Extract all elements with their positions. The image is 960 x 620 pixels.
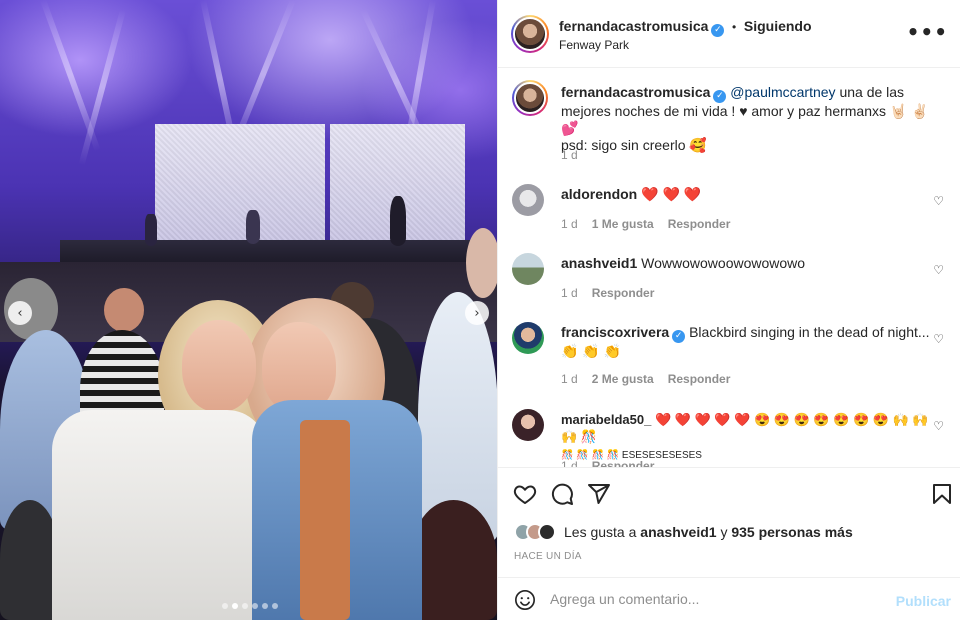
comment-item: aldorendon ❤️ ❤️ ❤️ 1 d 1 Me gusta Respo… bbox=[512, 184, 952, 244]
comment-like-heart-icon[interactable]: ♡ bbox=[933, 194, 944, 208]
reply-button[interactable]: Responder bbox=[592, 459, 655, 467]
comment-likes[interactable]: 2 Me gusta bbox=[592, 372, 654, 386]
orange-top bbox=[300, 420, 350, 620]
audience-head bbox=[104, 288, 144, 332]
post-photo[interactable]: ‹ › bbox=[0, 0, 497, 620]
chevron-right-icon: › bbox=[474, 305, 480, 321]
comment-item: mariabelda50_ ❤️ ❤️ ❤️ ❤️ ❤️ 😍 😍 😍 😍 😍 😍… bbox=[512, 409, 952, 467]
musician bbox=[390, 196, 406, 246]
publish-button[interactable]: Publicar bbox=[896, 593, 951, 609]
caption-text-line2: psd: sigo sin creerlo 🥰 bbox=[561, 137, 707, 153]
post-side-panel: fernandacastromusica ✓ • Siguiendo Fenway… bbox=[497, 0, 960, 620]
likes-user[interactable]: anashveid1 bbox=[640, 524, 716, 540]
commenter-username[interactable]: anashveid1 bbox=[561, 255, 637, 271]
carousel-next-button[interactable]: › bbox=[465, 301, 489, 325]
comment-time[interactable]: 1 d bbox=[561, 459, 578, 467]
reply-button[interactable]: Responder bbox=[592, 286, 655, 300]
carousel-dot bbox=[222, 603, 228, 609]
comment-item: franciscoxrivera ✓ Blackbird singing in t… bbox=[512, 322, 952, 392]
post-header: fernandacastromusica ✓ • Siguiendo Fenway… bbox=[498, 0, 960, 68]
caption-time[interactable]: 1 d bbox=[561, 148, 578, 162]
chevron-left-icon: ‹ bbox=[17, 305, 23, 321]
audience-member bbox=[410, 500, 497, 620]
comment-text: Wowwowowoowowowowo bbox=[641, 255, 806, 271]
comment-time[interactable]: 1 d bbox=[561, 286, 578, 300]
posted-time[interactable]: HACE UN DÍA bbox=[514, 551, 582, 562]
comment-time[interactable]: 1 d bbox=[561, 217, 578, 231]
comment-icon[interactable] bbox=[550, 482, 574, 506]
comment-input[interactable] bbox=[550, 588, 880, 610]
likes-middle: y bbox=[720, 524, 728, 540]
author-avatar[interactable] bbox=[512, 80, 548, 116]
comment-text: ❤️ ❤️ ❤️ bbox=[641, 186, 702, 202]
carousel-dot-active bbox=[232, 603, 238, 609]
comment-like-heart-icon[interactable]: ♡ bbox=[933, 419, 944, 433]
author-username[interactable]: fernandacastromusica bbox=[559, 18, 708, 34]
comment-time[interactable]: 1 d bbox=[561, 372, 578, 386]
comments-list[interactable]: fernandacastromusica ✓ @paulmccartney una… bbox=[498, 69, 960, 467]
separator-dot: • bbox=[732, 20, 737, 34]
more-options-icon[interactable]: ••• bbox=[907, 20, 948, 44]
likes-summary[interactable]: Les gusta a anashveid1 y 935 personas má… bbox=[514, 523, 853, 541]
musician bbox=[145, 214, 157, 246]
bookmark-icon[interactable] bbox=[930, 482, 954, 506]
face bbox=[182, 320, 256, 412]
carousel-dot bbox=[262, 603, 268, 609]
commenter-avatar[interactable] bbox=[512, 184, 544, 216]
liker-avatar bbox=[538, 523, 556, 541]
commenter-username[interactable]: franciscoxrivera bbox=[561, 324, 669, 340]
carousel-dot bbox=[252, 603, 258, 609]
commenter-avatar[interactable] bbox=[512, 253, 544, 285]
verified-badge-icon: ✓ bbox=[713, 90, 727, 103]
audience-head bbox=[466, 228, 497, 298]
emoji-icon[interactable] bbox=[514, 589, 536, 611]
musician bbox=[246, 210, 260, 244]
caption-username[interactable]: fernandacastromusica bbox=[561, 84, 710, 100]
caption: fernandacastromusica ✓ @paulmccartney una… bbox=[512, 80, 952, 170]
carousel-dot bbox=[272, 603, 278, 609]
following-button[interactable]: Siguiendo bbox=[744, 18, 812, 34]
post-location[interactable]: Fenway Park bbox=[559, 38, 629, 52]
carousel-prev-button[interactable]: ‹ bbox=[8, 301, 32, 325]
comment-likes[interactable]: 1 Me gusta bbox=[592, 217, 654, 231]
commenter-username[interactable]: mariabelda50_ bbox=[561, 412, 651, 427]
comment-item: anashveid1 Wowwowowoowowowowo 1 d Respon… bbox=[512, 253, 952, 313]
likes-others[interactable]: 935 personas más bbox=[731, 524, 852, 540]
author-avatar[interactable] bbox=[511, 15, 549, 53]
carousel-indicator bbox=[222, 603, 278, 609]
commenter-avatar[interactable] bbox=[512, 409, 544, 441]
add-comment-bar: Publicar bbox=[498, 577, 960, 620]
comment-like-heart-icon[interactable]: ♡ bbox=[933, 263, 944, 277]
reply-button[interactable]: Responder bbox=[668, 217, 731, 231]
likes-prefix: Les gusta a bbox=[564, 524, 637, 540]
heart-icon[interactable] bbox=[513, 482, 537, 506]
commenter-avatar[interactable] bbox=[512, 322, 544, 354]
mention-link[interactable]: @paulmccartney bbox=[730, 84, 835, 100]
white-denim-jacket bbox=[52, 410, 267, 620]
verified-badge-icon: ✓ bbox=[711, 24, 725, 37]
carousel-dot bbox=[242, 603, 248, 609]
comment-like-heart-icon[interactable]: ♡ bbox=[933, 332, 944, 346]
post-actions: Les gusta a anashveid1 y 935 personas má… bbox=[498, 467, 960, 577]
commenter-username[interactable]: aldorendon bbox=[561, 186, 637, 202]
share-icon[interactable] bbox=[587, 482, 611, 506]
audience-member bbox=[0, 500, 60, 620]
stage-screen bbox=[155, 124, 325, 246]
verified-badge-icon: ✓ bbox=[672, 330, 686, 343]
reply-button[interactable]: Responder bbox=[668, 372, 731, 386]
